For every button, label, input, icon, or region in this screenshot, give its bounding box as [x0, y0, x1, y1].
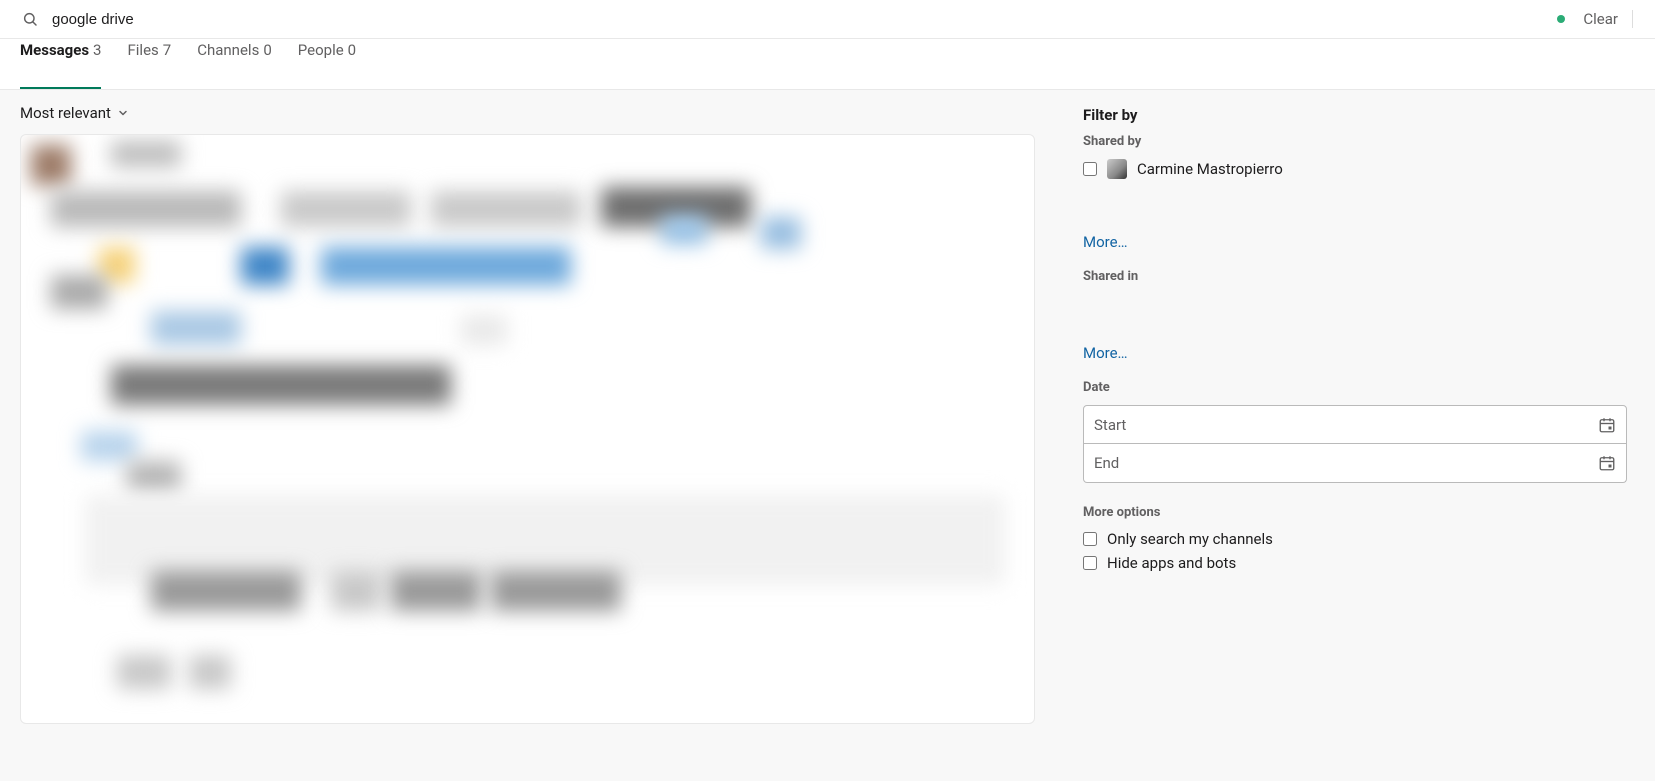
avatar: [1107, 159, 1127, 179]
hide-apps-bots-option[interactable]: Hide apps and bots: [1083, 554, 1627, 572]
presence-indicator: [1557, 15, 1565, 23]
shared-by-checkbox[interactable]: [1083, 162, 1097, 176]
person-name: Carmine Mastropierro: [1137, 160, 1283, 178]
hide-apps-bots-checkbox[interactable]: [1083, 556, 1097, 570]
date-heading: Date: [1083, 380, 1627, 395]
search-results: [20, 134, 1035, 724]
option-label: Only search my channels: [1107, 530, 1273, 548]
shared-by-more-link[interactable]: More…: [1083, 233, 1128, 251]
filter-sidebar: Filter by Shared by Carmine Mastropierro…: [1055, 90, 1655, 781]
only-my-channels-checkbox[interactable]: [1083, 532, 1097, 546]
search-tabs: Messages 3 Files 7 Channels 0 People 0: [0, 39, 1655, 90]
search-input[interactable]: [52, 11, 1557, 28]
filter-heading: Filter by: [1083, 106, 1627, 124]
tab-label: Messages: [20, 41, 89, 59]
tab-people[interactable]: People 0: [298, 39, 356, 89]
results-column: Most relevant: [0, 90, 1055, 781]
shared-by-heading: Shared by: [1083, 134, 1627, 149]
tab-count: 0: [263, 41, 271, 59]
search-icon: [22, 11, 38, 27]
sort-label: Most relevant: [20, 104, 111, 122]
chevron-down-icon: [117, 107, 129, 119]
shared-by-person[interactable]: Carmine Mastropierro: [1083, 159, 1627, 179]
date-start-label: Start: [1094, 416, 1126, 434]
date-start-field[interactable]: Start: [1083, 405, 1627, 444]
more-options-heading: More options: [1083, 505, 1627, 520]
date-end-field[interactable]: End: [1083, 444, 1627, 483]
tab-files[interactable]: Files 7: [127, 39, 171, 89]
search-body: Most relevant: [0, 90, 1655, 781]
shared-in-heading: Shared in: [1083, 269, 1627, 284]
clear-search-button[interactable]: Clear: [1583, 10, 1633, 28]
option-label: Hide apps and bots: [1107, 554, 1236, 572]
sort-dropdown[interactable]: Most relevant: [20, 104, 1035, 122]
only-my-channels-option[interactable]: Only search my channels: [1083, 530, 1627, 548]
tab-count: 0: [348, 41, 356, 59]
tab-count: 7: [163, 41, 171, 59]
search-bar: Clear: [0, 0, 1655, 39]
calendar-icon: [1598, 454, 1616, 472]
calendar-icon: [1598, 416, 1616, 434]
tab-label: Channels: [197, 41, 259, 59]
tab-count: 3: [93, 41, 101, 59]
tab-label: People: [298, 41, 344, 59]
shared-in-more-link[interactable]: More…: [1083, 344, 1128, 362]
tab-messages[interactable]: Messages 3: [20, 39, 101, 89]
date-end-label: End: [1094, 454, 1119, 472]
tab-label: Files: [127, 41, 158, 59]
tab-channels[interactable]: Channels 0: [197, 39, 272, 89]
